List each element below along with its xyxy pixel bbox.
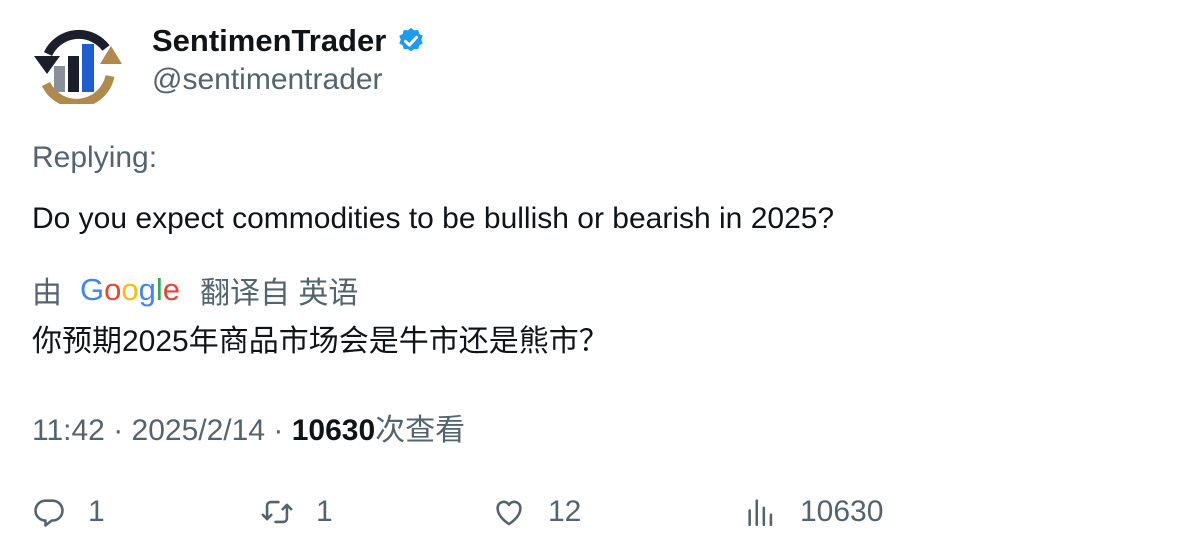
tweet-time[interactable]: 11:42: [32, 414, 105, 447]
reply-count: 1: [88, 495, 105, 528]
replying-label: Replying:: [32, 141, 158, 174]
display-name-text: SentimenTrader: [152, 23, 387, 58]
tweet-date[interactable]: 2025/2/14: [132, 414, 265, 447]
views-count: 10630: [291, 414, 376, 447]
svg-text:Google: Google: [80, 272, 180, 307]
like-count: 12: [548, 495, 582, 528]
analytics-icon: [748, 499, 773, 527]
translated-text: 你预期2025年商品市场会是牛市还是熊市？: [32, 325, 609, 358]
avatar[interactable]: [30, 24, 126, 108]
retweet-button[interactable]: 1: [260, 490, 333, 534]
translation-suffix: 翻译自 英语: [200, 277, 359, 310]
sentimentrader-logo-icon: [34, 29, 122, 108]
views-label: 次查看: [375, 414, 466, 447]
heart-icon: [496, 500, 522, 526]
retweet-count: 1: [316, 495, 333, 528]
author-handle[interactable]: @sentimentrader: [152, 63, 383, 97]
google-logo-icon: Google: [80, 272, 180, 307]
reply-button[interactable]: 1: [32, 490, 105, 534]
views-button[interactable]: 10630: [744, 490, 883, 534]
translation-prefix: 由: [32, 277, 62, 310]
retweet-icon: [261, 500, 293, 524]
meta-separator: ·: [273, 414, 284, 447]
reply-icon: [34, 499, 64, 527]
tweet-meta: 11:42 · 2025/2/14 · 10630次查看: [32, 405, 465, 449]
display-name[interactable]: SentimenTrader: [152, 23, 426, 59]
translation-attribution[interactable]: 由 Google 翻译自 英语: [32, 268, 358, 312]
meta-separator: ·: [113, 414, 124, 447]
verified-badge-icon: [399, 27, 424, 52]
like-button[interactable]: 12: [492, 490, 581, 534]
tweet-text: Do you expect commodities to be bullish …: [32, 202, 835, 235]
views-stat: 10630: [800, 495, 884, 528]
